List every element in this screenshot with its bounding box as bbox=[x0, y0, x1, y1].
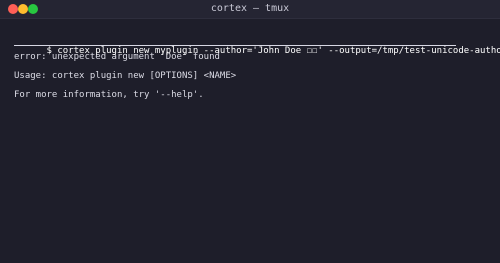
minimize-window-button[interactable] bbox=[18, 4, 28, 14]
help-hint: For more information, try '--help'. bbox=[14, 90, 204, 100]
terminal-window: cortex — tmux $ cortex plugin new myplug… bbox=[0, 0, 500, 263]
close-window-button[interactable] bbox=[8, 4, 18, 14]
usage-message: Usage: cortex plugin new [OPTIONS] <NAME… bbox=[14, 71, 237, 81]
command-underline bbox=[14, 45, 456, 46]
title-bar: cortex — tmux bbox=[0, 0, 500, 19]
terminal-output[interactable]: $ cortex plugin new myplugin --author='J… bbox=[14, 32, 500, 108]
command-text: $ cortex plugin new myplugin --author='J… bbox=[46, 46, 500, 56]
window-title: cortex — tmux bbox=[210, 3, 290, 14]
zoom-window-button[interactable] bbox=[28, 4, 38, 14]
command-line: $ cortex plugin new myplugin --author='J… bbox=[14, 32, 500, 56]
